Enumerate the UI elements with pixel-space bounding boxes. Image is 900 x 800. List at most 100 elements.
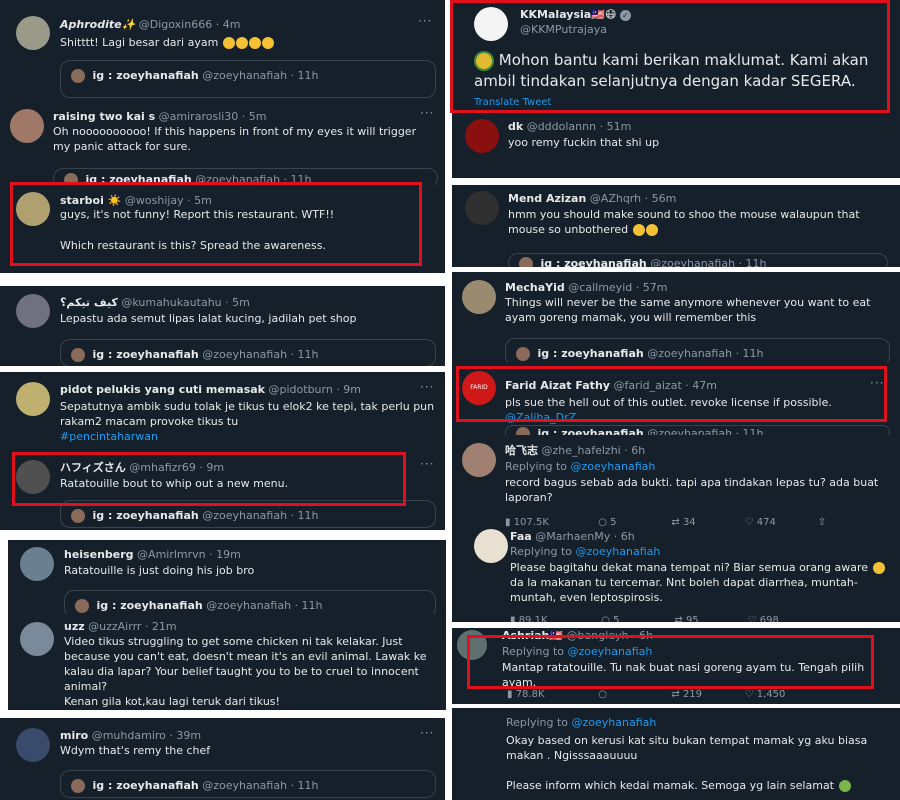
- avatar[interactable]: [16, 728, 50, 762]
- tweet-card[interactable]: MechaYid @callmeyid · 57m Things will ne…: [452, 272, 900, 362]
- tweet-card[interactable]: starboi ☀️ @woshijay · 5m guys, it's not…: [0, 185, 445, 273]
- handle[interactable]: @mhafizr69 · 9m: [129, 461, 224, 474]
- quoted-tweet[interactable]: ig : zoeyhanafiah @zoeyhanafiah · 11h: [60, 60, 436, 98]
- quoted-tweet[interactable]: ig : zoeyhanafiah @zoeyhanafiah · 11h: [60, 339, 436, 366]
- tweet-card[interactable]: Mend Azizan @AZhqrh · 56m hmm you should…: [452, 185, 900, 267]
- handle[interactable]: @farid_aizat · 47m: [613, 379, 717, 392]
- display-name[interactable]: KKMalaysia🇲🇾😷: [520, 8, 616, 21]
- handle[interactable]: @amirarosli30 · 5m: [159, 110, 267, 123]
- tweet-card[interactable]: raising two kai s @amirarosli30 · 5m Oh …: [0, 98, 445, 185]
- quoted-tweet[interactable]: ig : zoeyhanafiah @zoeyhanafiah · 11h: [60, 500, 436, 528]
- handle[interactable]: @KKMPutrajaya: [520, 23, 607, 36]
- reply-count[interactable]: ○ 5: [598, 515, 668, 529]
- display-name[interactable]: heisenberg: [64, 548, 134, 561]
- display-name[interactable]: Faa: [510, 530, 532, 543]
- avatar[interactable]: [20, 622, 54, 656]
- display-name[interactable]: 哈飞志: [505, 444, 538, 457]
- views-count[interactable]: ▮ 89.1K: [510, 613, 598, 622]
- quoted-tweet[interactable]: ig : zoeyhanafiah @zoeyhanafiah · 11h: [64, 590, 436, 614]
- mention-link[interactable]: @Zaliha_DrZ: [505, 411, 576, 424]
- reply-mention-link[interactable]: @zoeyhanafiah: [571, 460, 656, 473]
- avatar[interactable]: [474, 7, 508, 41]
- retweet-count[interactable]: ⇄ 219: [671, 687, 741, 702]
- handle[interactable]: @Amirlmrvn · 19m: [137, 548, 241, 561]
- translate-tweet-link[interactable]: Translate Tweet: [474, 95, 551, 110]
- tweet-card[interactable]: 哈飞志 @zhe_hafelzhi · 6h Replying to @zoey…: [452, 435, 900, 529]
- views-count[interactable]: ▮ 78.8K: [507, 687, 595, 702]
- reply-mention-link[interactable]: @zoeyhanafiah: [568, 645, 653, 658]
- tweet-card[interactable]: Replying to @zoeyhanafiah Okay based on …: [452, 708, 900, 800]
- retweet-count[interactable]: ⇄ 34: [671, 515, 741, 529]
- handle[interactable]: @Digoxin666 · 4m: [139, 18, 241, 31]
- handle[interactable]: @muhdamiro · 39m: [92, 729, 201, 742]
- tweet-card[interactable]: كيف تيكم؟ @kumahukautahu · 5m Lepastu ad…: [0, 286, 445, 366]
- display-name[interactable]: raising two kai s: [53, 110, 155, 123]
- handle[interactable]: @zhe_hafelzhi · 6h: [542, 444, 646, 457]
- display-name[interactable]: 𝘼𝙥𝙝𝙧𝙤𝙙𝙞𝙩𝙚✨: [60, 18, 135, 31]
- like-count[interactable]: ♡ 474: [745, 515, 815, 529]
- display-name[interactable]: Mend Azizan: [508, 192, 586, 205]
- display-name[interactable]: Farid Aizat Fathy: [505, 379, 610, 392]
- handle[interactable]: @AZhqrh · 56m: [590, 192, 677, 205]
- reply-count[interactable]: ○: [598, 687, 668, 702]
- handle[interactable]: @dddolannn · 51m: [527, 120, 632, 133]
- avatar[interactable]: [457, 630, 487, 660]
- tweet-card[interactable]: ハフィズさん @mhafizr69 · 9m Ratatouille bout …: [0, 454, 445, 530]
- tweet-card[interactable]: 𝘼𝙥𝙝𝙧𝙤𝙙𝙞𝙩𝙚✨ @Digoxin666 · 4m Shitttt! Lag…: [0, 0, 445, 98]
- like-count[interactable]: ♡ 698: [748, 613, 818, 622]
- display-name[interactable]: ハフィズさん: [60, 461, 126, 474]
- more-options-icon[interactable]: ···: [420, 380, 434, 395]
- tweet-card[interactable]: pidot pelukis yang cuti memasak @pidotbu…: [0, 372, 445, 454]
- reply-mention-link[interactable]: @zoeyhanafiah: [572, 716, 657, 729]
- display-name[interactable]: كيف تيكم؟: [60, 296, 118, 309]
- avatar[interactable]: [16, 16, 50, 50]
- display-name[interactable]: miro: [60, 729, 88, 742]
- tweet-card[interactable]: Ashriah🇲🇾 @bangleyh · 6h Replying to @zo…: [452, 628, 900, 704]
- like-count[interactable]: ♡ 1,450: [745, 687, 815, 702]
- views-count[interactable]: ▮ 107.5K: [505, 515, 595, 529]
- quoted-tweet[interactable]: ig : zoeyhanafiah @zoeyhanafiah · 11h: [60, 770, 436, 798]
- handle[interactable]: @callmeyid · 57m: [568, 281, 667, 294]
- more-options-icon[interactable]: ···: [420, 457, 434, 472]
- hashtag-link[interactable]: #pencintaharwan: [60, 430, 158, 443]
- quoted-tweet[interactable]: ig : zoeyhanafiah @zoeyhanafiah · 11h: [53, 168, 438, 185]
- avatar[interactable]: [20, 547, 54, 581]
- quoted-tweet[interactable]: ig : zoeyhanafiah @zoeyhanafiah · 11h: [505, 425, 890, 435]
- more-options-icon[interactable]: ···: [418, 14, 432, 29]
- tweet-card[interactable]: Faa @MarhaenMy · 6h Replying to @zoeyhan…: [452, 529, 900, 622]
- tweet-card[interactable]: dk @dddolannn · 51m yoo remy fuckin that…: [452, 113, 900, 178]
- more-options-icon[interactable]: ···: [870, 376, 884, 391]
- avatar[interactable]: [465, 119, 499, 153]
- avatar[interactable]: [465, 191, 499, 225]
- handle[interactable]: @bangleyh · 6h: [567, 629, 653, 642]
- share-icon[interactable]: ⇧: [818, 515, 826, 529]
- avatar[interactable]: [16, 192, 50, 226]
- avatar[interactable]: [462, 443, 496, 477]
- more-options-icon[interactable]: ···: [420, 106, 434, 121]
- retweet-count[interactable]: ⇄ 95: [674, 613, 744, 622]
- quoted-tweet[interactable]: ig : zoeyhanafiah @zoeyhanafiah · 11h: [508, 253, 888, 267]
- display-name[interactable]: MechaYid: [505, 281, 565, 294]
- handle[interactable]: @woshijay · 5m: [125, 194, 212, 207]
- tweet-card[interactable]: miro @muhdamiro · 39m Wdym that's remy t…: [0, 718, 445, 800]
- avatar[interactable]: [16, 382, 50, 416]
- tweet-card[interactable]: uzz @uzzAirrr · 21m Video tikus struggli…: [8, 614, 446, 710]
- reply-count[interactable]: ○ 5: [601, 613, 671, 622]
- handle[interactable]: @MarhaenMy · 6h: [535, 530, 634, 543]
- reply-mention-link[interactable]: @zoeyhanafiah: [576, 545, 661, 558]
- avatar[interactable]: [10, 109, 44, 143]
- more-options-icon[interactable]: ···: [420, 726, 434, 741]
- handle[interactable]: @kumahukautahu · 5m: [121, 296, 250, 309]
- avatar[interactable]: [474, 529, 508, 563]
- display-name[interactable]: pidot pelukis yang cuti memasak: [60, 383, 265, 396]
- quoted-tweet[interactable]: ig : zoeyhanafiah @zoeyhanafiah · 11h: [505, 338, 890, 362]
- avatar[interactable]: [16, 294, 50, 328]
- handle[interactable]: @uzzAirrr · 21m: [88, 620, 176, 633]
- display-name[interactable]: starboi ☀️: [60, 194, 121, 207]
- tweet-card[interactable]: FARID Farid Aizat Fathy @farid_aizat · 4…: [452, 362, 900, 435]
- tweet-card[interactable]: heisenberg @Amirlmrvn · 19m Ratatouille …: [8, 540, 446, 614]
- avatar[interactable]: [16, 460, 50, 494]
- avatar[interactable]: FARID: [462, 371, 496, 405]
- tweet-card[interactable]: KKMalaysia🇲🇾😷 ✓ @KKMPutrajaya Mohon bant…: [452, 0, 900, 113]
- display-name[interactable]: dk: [508, 120, 523, 133]
